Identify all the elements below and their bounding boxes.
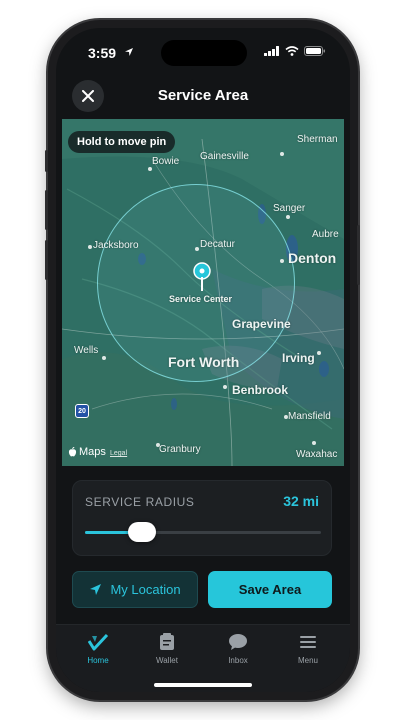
chat-bubble-icon [229, 634, 247, 650]
legal-link[interactable]: Legal [110, 450, 127, 457]
place-sherman: Sherman [297, 134, 338, 145]
place-marker [148, 167, 152, 171]
place-marker [195, 247, 199, 251]
place-sanger: Sanger [273, 203, 306, 214]
home-indicator [154, 683, 252, 687]
tab-inbox[interactable]: Inbox [208, 633, 268, 665]
tab-wallet[interactable]: Wallet [137, 633, 197, 665]
pin-label: Service Center [169, 294, 233, 304]
wallet-card-icon [160, 633, 174, 650]
place-marker [312, 441, 316, 445]
map-pin-icon[interactable] [193, 262, 211, 292]
radius-slider-thumb[interactable] [127, 522, 156, 542]
dynamic-island [161, 40, 247, 66]
place-waxahachie: Waxahac [296, 449, 338, 460]
place-marker [286, 215, 290, 219]
location-arrow-icon [125, 48, 133, 56]
place-jacksboro: Jacksboro [93, 240, 139, 251]
place-benbrook: Benbrook [232, 383, 289, 397]
tab-bar: Home Wallet Inbox Menu [56, 624, 350, 692]
place-bowie: Bowie [152, 156, 180, 167]
place-gainesville: Gainesville [200, 151, 249, 162]
tab-home-label: Home [87, 656, 109, 665]
power-button [357, 225, 360, 285]
status-bar: 3:59 [56, 28, 350, 78]
interstate-shield: 20 [75, 404, 89, 418]
wifi-icon [285, 46, 299, 56]
tab-home[interactable]: Home [68, 633, 128, 665]
logo-check-icon [88, 633, 108, 651]
apple-logo-icon [68, 447, 77, 457]
place-irving: Irving [282, 351, 315, 365]
volume-up-button [45, 190, 48, 230]
nav-bar: Service Area [56, 78, 350, 122]
place-decatur: Decatur [200, 239, 236, 250]
maps-label: Maps [79, 446, 106, 458]
status-time: 3:59 [88, 45, 117, 61]
place-wells: Wells [74, 345, 99, 356]
tab-inbox-label: Inbox [228, 656, 248, 665]
my-location-label: My Location [110, 582, 181, 597]
place-mansfield: Mansfield [288, 411, 331, 422]
place-granbury: Granbury [159, 444, 201, 455]
radius-label: SERVICE RADIUS [85, 495, 195, 509]
place-marker [88, 245, 92, 249]
place-grapevine: Grapevine [232, 317, 291, 331]
save-area-button[interactable]: Save Area [208, 571, 332, 608]
volume-down-button [45, 240, 48, 280]
hamburger-menu-icon [300, 636, 316, 648]
place-denton: Denton [288, 250, 337, 266]
status-icons [264, 46, 326, 56]
place-marker [102, 356, 106, 360]
action-button [45, 150, 48, 172]
map-view[interactable]: Hold to move pin Bowie Gainesville Sherm… [62, 119, 344, 466]
place-aubre: Aubre [312, 229, 339, 240]
service-radius-card: SERVICE RADIUS 32 mi [72, 480, 332, 556]
page-title: Service Area [157, 87, 249, 104]
hold-to-move-hint: Hold to move pin [68, 131, 176, 153]
place-marker [317, 351, 321, 355]
place-marker [280, 152, 284, 156]
battery-icon [304, 46, 325, 56]
maps-attribution[interactable]: Maps [68, 446, 106, 458]
location-arrow-icon [90, 584, 102, 595]
tab-wallet-label: Wallet [156, 656, 178, 665]
app-screen: 3:59 Service Area Hold to move pin Bowie… [56, 28, 350, 692]
place-marker [223, 385, 227, 389]
my-location-button[interactable]: My Location [72, 571, 198, 608]
place-marker [280, 259, 284, 263]
tab-menu-label: Menu [297, 656, 318, 665]
tab-menu[interactable]: Menu [278, 633, 338, 665]
place-fort-worth: Fort Worth [168, 354, 240, 370]
radius-slider[interactable] [85, 522, 321, 542]
cellular-signal-icon [264, 46, 279, 56]
radius-value: 32 mi [283, 493, 319, 509]
